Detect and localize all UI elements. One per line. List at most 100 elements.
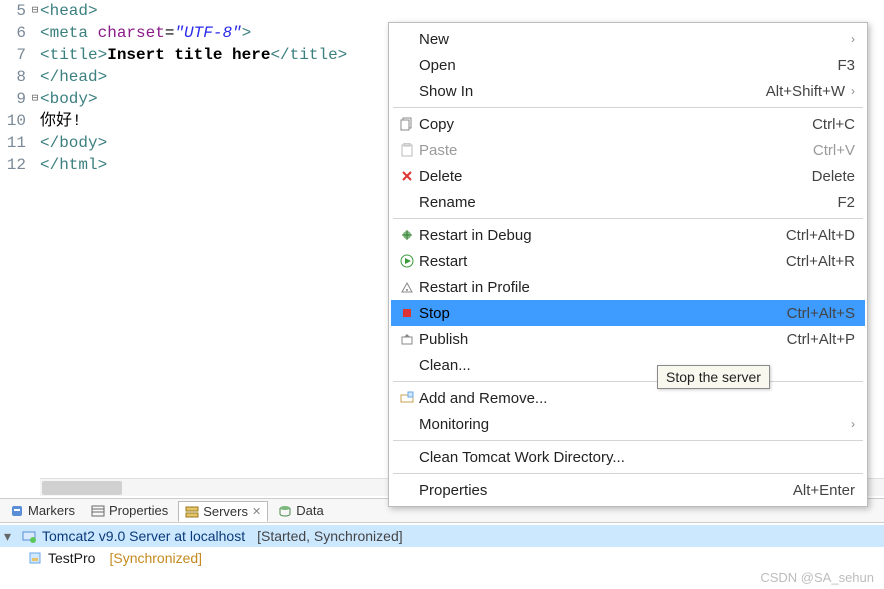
menu-item-show-in[interactable]: Show In Alt+Shift+W › (391, 78, 865, 104)
tab-label: Data (296, 503, 323, 518)
server-name: Tomcat2 v9.0 Server at localhost (42, 528, 245, 544)
menu-separator (393, 107, 863, 108)
servers-view[interactable]: ▾ Tomcat2 v9.0 Server at localhost [Star… (0, 525, 884, 589)
line-number: 8 (0, 66, 26, 88)
module-name: TestPro (48, 550, 95, 566)
code-token: <meta (40, 24, 98, 42)
menu-item-shortcut: Ctrl+C (812, 116, 855, 133)
menu-item-restart-debug[interactable]: Restart in Debug Ctrl+Alt+D (391, 222, 865, 248)
menu-item-copy[interactable]: Copy Ctrl+C (391, 111, 865, 137)
fold-toggle-icon[interactable]: ⊟ (30, 94, 40, 104)
menu-item-rename[interactable]: Rename F2 (391, 189, 865, 215)
menu-item-shortcut: Alt+Shift+W (766, 83, 845, 100)
menu-item-label: Monitoring (419, 416, 851, 433)
stop-icon (395, 306, 419, 320)
code-token: </html> (40, 156, 107, 174)
menu-item-shortcut: Ctrl+V (813, 142, 855, 159)
menu-item-shortcut: Ctrl+Alt+R (786, 253, 855, 270)
code-token: </body> (40, 134, 107, 152)
server-module-node[interactable]: TestPro [Synchronized] (0, 547, 884, 569)
tab-label: Properties (109, 503, 168, 518)
add-remove-icon (395, 391, 419, 405)
menu-item-publish[interactable]: Publish Ctrl+Alt+P (391, 326, 865, 352)
server-status: [Started, Synchronized] (257, 528, 403, 544)
menu-item-label: Paste (419, 142, 813, 159)
code-token: "UTF-8" (174, 24, 241, 42)
menu-item-label: Clean... (419, 357, 855, 374)
tab-markers[interactable]: Markers (4, 501, 81, 520)
line-number: 6 (0, 22, 26, 44)
code-token: Insert title here (107, 46, 270, 64)
menu-item-label: Properties (419, 482, 793, 499)
menu-separator (393, 440, 863, 441)
menu-item-restart[interactable]: Restart Ctrl+Alt+R (391, 248, 865, 274)
menu-item-label: Restart in Debug (419, 227, 786, 244)
module-status: [Synchronized] (109, 550, 202, 566)
menu-separator (393, 218, 863, 219)
menu-item-shortcut: Ctrl+Alt+D (786, 227, 855, 244)
tab-servers[interactable]: Servers ✕ (178, 501, 268, 522)
data-icon (278, 504, 292, 518)
menu-item-label: Open (419, 57, 837, 74)
menu-item-label: Show In (419, 83, 766, 100)
scrollbar-thumb[interactable] (42, 481, 122, 495)
line-number: 9 (0, 88, 26, 110)
menu-item-shortcut: Alt+Enter (793, 482, 855, 499)
menu-item-clean[interactable]: Clean... (391, 352, 865, 378)
menu-item-monitoring[interactable]: Monitoring › (391, 411, 865, 437)
tab-label: Markers (28, 503, 75, 518)
menu-item-properties[interactable]: Properties Alt+Enter (391, 477, 865, 503)
submenu-arrow-icon: › (851, 84, 855, 98)
server-icon (22, 529, 36, 543)
tab-close-icon[interactable]: ✕ (252, 505, 261, 518)
paste-icon (395, 143, 419, 157)
menu-item-shortcut: Delete (812, 168, 855, 185)
menu-item-label: New (419, 31, 851, 48)
tab-properties[interactable]: Properties (85, 501, 174, 520)
menu-item-shortcut: Ctrl+Alt+S (787, 305, 855, 322)
server-node[interactable]: ▾ Tomcat2 v9.0 Server at localhost [Star… (0, 525, 884, 547)
copy-icon (395, 117, 419, 131)
code-token: <title> (40, 46, 107, 64)
menu-item-add-remove[interactable]: Add and Remove... (391, 385, 865, 411)
menu-item-shortcut: Ctrl+Alt+P (787, 331, 855, 348)
menu-item-new[interactable]: New › (391, 26, 865, 52)
menu-item-label: Delete (419, 168, 812, 185)
menu-item-stop[interactable]: Stop Ctrl+Alt+S (391, 300, 865, 326)
menu-item-label: Copy (419, 116, 812, 133)
profile-icon (395, 280, 419, 294)
code-token: </head> (40, 68, 107, 86)
menu-item-label: Rename (419, 194, 837, 211)
context-menu: New › Open F3 Show In Alt+Shift+W › Copy… (388, 22, 868, 507)
menu-item-shortcut: F3 (837, 57, 855, 74)
code-token: <head> (40, 2, 98, 20)
tooltip: Stop the server (657, 365, 770, 389)
line-number: 10 (0, 110, 26, 132)
code-token: charset (98, 24, 165, 42)
code-token: > (242, 24, 252, 42)
code-token: <body> (40, 90, 98, 108)
menu-item-delete[interactable]: Delete Delete (391, 163, 865, 189)
line-number: 11 (0, 132, 26, 154)
line-number-gutter: 5 6 7 8 9 10 11 12 (0, 0, 32, 478)
module-icon (28, 551, 42, 565)
menu-item-open[interactable]: Open F3 (391, 52, 865, 78)
menu-item-restart-profile[interactable]: Restart in Profile (391, 274, 865, 300)
run-icon (395, 254, 419, 268)
line-number: 5 (0, 0, 26, 22)
tree-expand-icon[interactable]: ▾ (4, 528, 16, 545)
fold-toggle-icon[interactable]: ⊟ (30, 6, 40, 16)
menu-item-paste: Paste Ctrl+V (391, 137, 865, 163)
menu-item-shortcut: F2 (837, 194, 855, 211)
properties-icon (91, 504, 105, 518)
menu-item-label: Stop (419, 305, 787, 322)
line-number: 12 (0, 154, 26, 176)
publish-icon (395, 332, 419, 346)
tab-data[interactable]: Data (272, 501, 329, 520)
menu-item-label: Restart (419, 253, 786, 270)
menu-item-clean-tomcat[interactable]: Clean Tomcat Work Directory... (391, 444, 865, 470)
delete-icon (395, 169, 419, 183)
servers-icon (185, 505, 199, 519)
menu-separator (393, 381, 863, 382)
menu-item-label: Publish (419, 331, 787, 348)
